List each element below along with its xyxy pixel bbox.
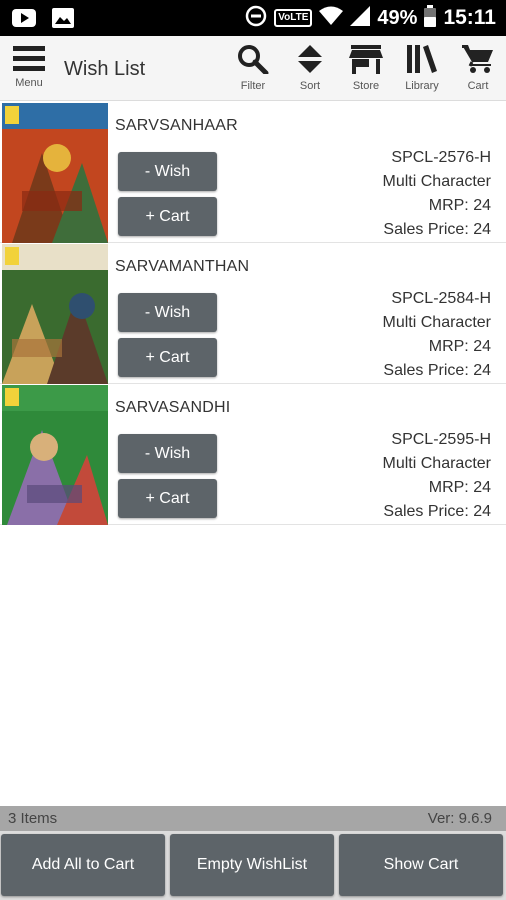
item-code: SPCL-2584-H <box>391 290 491 307</box>
wifi-icon <box>319 6 344 31</box>
item-sales-price: Sales Price: 24 <box>383 503 491 520</box>
cart-button[interactable]: Cart <box>455 36 501 100</box>
sort-button[interactable]: Sort <box>287 36 333 100</box>
item-sales-price: Sales Price: 24 <box>383 362 491 379</box>
items-count: 3 Items <box>8 810 58 827</box>
remove-wish-button[interactable]: - Wish <box>118 152 217 191</box>
filter-button[interactable]: Filter <box>230 36 276 100</box>
clock: 15:11 <box>443 6 496 29</box>
gallery-icon <box>52 8 74 33</box>
show-cart-button[interactable]: Show Cart <box>339 834 503 896</box>
page-title: Wish List <box>64 58 146 80</box>
data-saver-icon <box>245 5 267 32</box>
status-bar: VoLTE 49% 15:11 <box>0 0 506 36</box>
menu-icon <box>13 36 45 79</box>
toolbar: Menu Wish List Filter Sort Store Library… <box>0 36 506 101</box>
library-icon <box>406 36 438 79</box>
system-icons: VoLTE 49% 15:11 <box>245 4 496 32</box>
footer-actions: Add All to Cart Empty WishList Show Cart <box>0 831 506 900</box>
summary-bar: 3 Items Ver: 9.6.9 <box>0 806 506 831</box>
sort-icon <box>297 36 323 79</box>
item-code: SPCL-2576-H <box>391 149 491 166</box>
menu-button[interactable]: Menu <box>6 36 52 100</box>
list-item: SARVAMANTHAN - Wish + Cart SPCL-2584-H M… <box>0 242 506 384</box>
comic-cover-image[interactable] <box>2 103 108 243</box>
notification-icons <box>12 8 74 33</box>
menu-label: Menu <box>15 77 43 89</box>
comic-cover-image[interactable] <box>2 244 108 384</box>
volte-badge: VoLTE <box>274 9 313 27</box>
remove-wish-button[interactable]: - Wish <box>118 434 217 473</box>
list-item: SARVSANHAAR - Wish + Cart SPCL-2576-H Mu… <box>0 101 506 243</box>
item-mrp: MRP: 24 <box>428 338 491 355</box>
item-category: Multi Character <box>382 314 491 331</box>
add-to-cart-button[interactable]: + Cart <box>118 338 217 377</box>
store-icon <box>349 36 383 79</box>
add-to-cart-button[interactable]: + Cart <box>118 479 217 518</box>
item-title: SARVSANHAAR <box>115 117 238 134</box>
add-all-to-cart-button[interactable]: Add All to Cart <box>1 834 165 896</box>
item-title: SARVAMANTHAN <box>115 258 250 275</box>
app-version: Ver: 9.6.9 <box>427 810 492 827</box>
battery-icon <box>424 4 437 32</box>
remove-wish-button[interactable]: - Wish <box>118 293 217 332</box>
filter-label: Filter <box>240 80 266 92</box>
library-button[interactable]: Library <box>399 36 445 100</box>
battery-percent: 49% <box>377 6 418 29</box>
item-category: Multi Character <box>382 173 491 190</box>
store-button[interactable]: Store <box>343 36 389 100</box>
library-label: Library <box>405 80 439 92</box>
cart-label: Cart <box>467 80 489 92</box>
add-to-cart-button[interactable]: + Cart <box>118 197 217 236</box>
youtube-icon <box>12 8 36 33</box>
sort-label: Sort <box>299 80 321 92</box>
item-mrp: MRP: 24 <box>428 479 491 496</box>
item-sales-price: Sales Price: 24 <box>383 221 491 238</box>
item-code: SPCL-2595-H <box>391 431 491 448</box>
signal-icon <box>350 5 371 31</box>
list-item: SARVASANDHI - Wish + Cart SPCL-2595-H Mu… <box>0 383 506 525</box>
store-label: Store <box>352 80 380 92</box>
item-category: Multi Character <box>382 455 491 472</box>
search-icon <box>237 36 269 79</box>
empty-wishlist-button[interactable]: Empty WishList <box>170 834 334 896</box>
cart-icon <box>462 36 494 79</box>
item-mrp: MRP: 24 <box>428 197 491 214</box>
item-title: SARVASANDHI <box>115 399 231 416</box>
comic-cover-image[interactable] <box>2 385 108 525</box>
